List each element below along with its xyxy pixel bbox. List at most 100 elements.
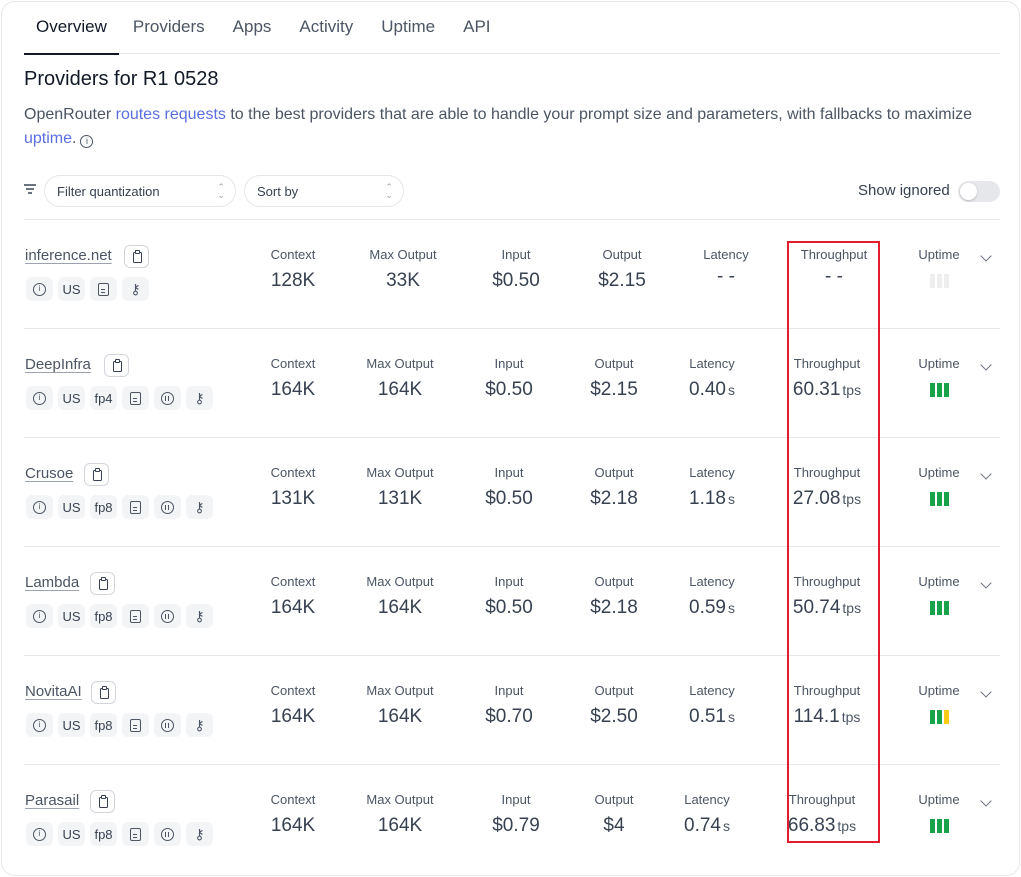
context-value: 131K (233, 488, 353, 510)
info-chip[interactable]: i (26, 386, 53, 410)
throughput-label: Throughput (788, 792, 856, 807)
info-chip[interactable]: i (26, 604, 53, 628)
tag-us[interactable]: US (58, 386, 85, 410)
uptime-column[interactable]: Uptime (899, 792, 979, 833)
key-icon: ⚷ (194, 390, 205, 406)
byok-chip[interactable]: ⚷ (122, 277, 149, 301)
provider-name-link[interactable]: Lambda (25, 574, 79, 591)
tab-overview[interactable]: Overview (24, 0, 119, 55)
input-number: $0.50 (485, 488, 533, 509)
tab-api[interactable]: API (449, 0, 504, 54)
throughput-value: 50.74 tps (767, 597, 887, 619)
uptime-label: Uptime (918, 574, 960, 589)
tab-activity[interactable]: Activity (285, 0, 367, 54)
uptime-column[interactable]: Uptime (899, 356, 979, 397)
data-policy-chip[interactable] (154, 604, 181, 628)
pause-circle-icon (161, 609, 174, 623)
tag-fp8[interactable]: fp8 (90, 604, 117, 628)
byok-chip[interactable]: ⚷ (186, 822, 213, 846)
tag-us[interactable]: US (58, 822, 85, 846)
terms-chip[interactable] (122, 495, 149, 519)
provider-name-link[interactable]: Parasail (25, 792, 79, 809)
uptime-column[interactable]: Uptime (899, 683, 979, 724)
tag-us[interactable]: US (58, 495, 85, 519)
tab-uptime[interactable]: Uptime (367, 0, 449, 54)
data-policy-chip[interactable] (154, 386, 181, 410)
chevron-down-icon[interactable] (980, 797, 994, 811)
uptime-label: Uptime (918, 247, 960, 262)
tab-apps[interactable]: Apps (219, 0, 286, 54)
tag-us[interactable]: US (58, 713, 85, 737)
provider-name-link[interactable]: DeepInfra (25, 356, 91, 373)
filter-quantization-select[interactable]: Filter quantization ⌃ ⌄ (44, 175, 236, 207)
data-policy-chip[interactable] (154, 713, 181, 737)
byok-chip[interactable]: ⚷ (186, 386, 213, 410)
show-ignored-toggle[interactable] (958, 181, 1000, 202)
routes-requests-link[interactable]: routes requests (116, 106, 226, 123)
input-value: $0.50 (456, 270, 576, 292)
latency-number: 1.18 (689, 488, 726, 509)
copy-icon[interactable] (90, 790, 115, 813)
uptime-column[interactable]: Uptime (899, 465, 979, 506)
tab-providers[interactable]: Providers (119, 0, 219, 54)
data-policy-chip[interactable] (154, 495, 181, 519)
tag-fp8[interactable]: fp8 (90, 495, 117, 519)
description-text: . (72, 130, 77, 147)
terms-chip[interactable] (122, 713, 149, 737)
latency-unit: s (727, 491, 735, 507)
info-chip[interactable]: i (26, 495, 53, 519)
input-number: $0.70 (485, 706, 533, 727)
document-icon (130, 609, 141, 623)
info-chip[interactable]: i (26, 713, 53, 737)
chevron-down-icon[interactable] (980, 579, 994, 593)
copy-icon[interactable] (124, 245, 149, 268)
tag-fp4[interactable]: fp4 (90, 386, 117, 410)
terms-chip[interactable] (122, 822, 149, 846)
uptime-bar (929, 383, 935, 397)
uptime-column[interactable]: Uptime (899, 574, 979, 615)
terms-chip[interactable] (122, 386, 149, 410)
latency-label: Latency (689, 465, 735, 480)
latency-unit: s (727, 600, 735, 616)
tag-us[interactable]: US (58, 604, 85, 628)
chevron-down-icon[interactable] (980, 470, 994, 484)
terms-chip[interactable] (90, 277, 117, 301)
data-policy-chip[interactable] (154, 822, 181, 846)
byok-chip[interactable]: ⚷ (186, 604, 213, 628)
throughput-unit: tps (842, 600, 862, 616)
uptime-column[interactable]: Uptime (899, 247, 979, 288)
sort-by-select[interactable]: Sort by ⌃ ⌄ (244, 175, 404, 207)
output-number: $2.50 (590, 706, 638, 727)
copy-icon[interactable] (84, 463, 109, 486)
provider-name-link[interactable]: NovitaAI (25, 683, 82, 700)
info-chip[interactable]: i (26, 277, 53, 301)
info-chip[interactable]: i (26, 822, 53, 846)
throughput-column: Throughput 50.74 tps (767, 574, 887, 619)
latency-value: 0.40 s (652, 379, 772, 401)
terms-chip[interactable] (122, 604, 149, 628)
max-output-value: 164K (340, 815, 460, 837)
info-icon[interactable]: i (80, 135, 94, 148)
chevron-down-icon[interactable] (980, 252, 994, 266)
copy-icon[interactable] (104, 354, 129, 377)
max-output-column: Max Output 33K (343, 247, 463, 292)
copy-icon[interactable] (91, 681, 116, 704)
tag-us[interactable]: US (58, 277, 85, 301)
document-icon (130, 391, 141, 405)
provider-name-link[interactable]: Crusoe (25, 465, 73, 482)
info-icon: i (33, 609, 46, 623)
context-value: 164K (233, 379, 353, 401)
byok-chip[interactable]: ⚷ (186, 713, 213, 737)
provider-tags: i US fp4 ⚷ (26, 386, 213, 410)
tag-fp8[interactable]: fp8 (90, 822, 117, 846)
byok-chip[interactable]: ⚷ (186, 495, 213, 519)
uptime-link[interactable]: uptime (24, 130, 72, 147)
copy-icon[interactable] (90, 572, 115, 595)
chevron-down-icon[interactable] (980, 361, 994, 375)
provider-row: DeepInfra i US fp4 ⚷ Context 164K Max Output 164… (24, 328, 1000, 437)
provider-name-link[interactable]: inference.net (25, 247, 112, 264)
throughput-label: Throughput (793, 683, 861, 698)
chevron-down-icon[interactable] (980, 688, 994, 702)
max-output-column: Max Output 164K (340, 683, 460, 728)
tag-fp8[interactable]: fp8 (90, 713, 117, 737)
